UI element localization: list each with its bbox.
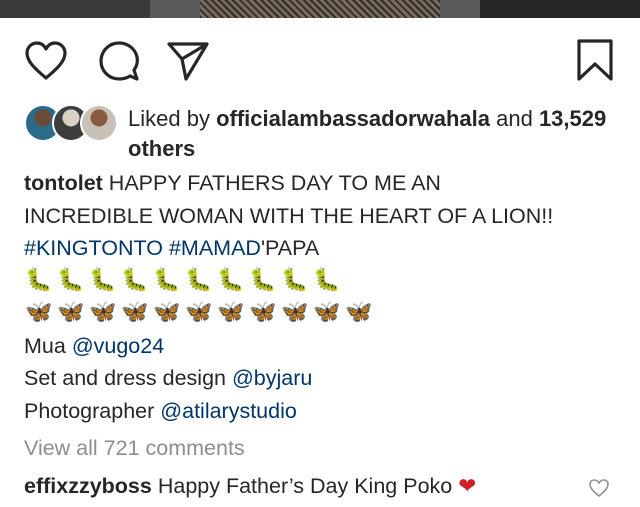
caption-text: 'PAPA xyxy=(260,236,320,260)
butterfly-emoji: 🦋 xyxy=(217,300,245,325)
post-photo[interactable] xyxy=(0,0,640,18)
butterfly-emoji: 🦋 xyxy=(121,300,149,325)
credit-label: Photographer xyxy=(24,398,155,423)
butterfly-emoji: 🦋 xyxy=(25,300,53,325)
caterpillar-emoji: 🐛 xyxy=(185,267,213,293)
hashtag-link[interactable]: #MAMAD xyxy=(169,236,261,260)
mention-link[interactable]: @byjaru xyxy=(232,366,312,390)
caterpillar-emoji-row: 🐛 🐛 🐛 🐛 🐛 🐛 🐛 🐛 🐛 🐛 xyxy=(24,265,624,298)
liker-avatars[interactable] xyxy=(24,104,118,142)
likes-text[interactable]: Liked by officialambassadorwahala and 13… xyxy=(128,104,618,164)
comment-text: Happy Father’s Day King Poko xyxy=(157,474,453,498)
comment-icon[interactable] xyxy=(98,40,140,82)
butterfly-emoji: 🦋 xyxy=(281,300,309,325)
butterfly-emoji: 🦋 xyxy=(185,300,213,325)
caption-username[interactable]: tontolet xyxy=(24,171,103,195)
liked-by-label: Liked by xyxy=(128,106,210,131)
avatar xyxy=(80,104,118,142)
caterpillar-emoji: 🐛 xyxy=(89,267,117,293)
butterfly-emoji: 🦋 xyxy=(313,300,341,325)
comment-username[interactable]: effixzzyboss xyxy=(24,474,152,498)
butterfly-emoji: 🦋 xyxy=(249,300,277,325)
caterpillar-emoji: 🐛 xyxy=(249,267,277,293)
credit-label: Mua xyxy=(24,333,66,358)
photo-region xyxy=(200,0,440,18)
mention-link[interactable]: @vugo24 xyxy=(72,334,164,358)
caption-text: HAPPY FATHERS DAY TO ME AN xyxy=(108,171,441,195)
post-caption: tontolet HAPPY FATHERS DAY TO ME AN INCR… xyxy=(24,167,624,427)
comment-like-heart-icon[interactable] xyxy=(588,478,610,498)
caterpillar-emoji: 🐛 xyxy=(57,267,85,293)
bookmark-icon[interactable] xyxy=(576,38,614,82)
red-heart-emoji: ❤ xyxy=(458,474,477,499)
post-actions xyxy=(0,36,640,86)
caterpillar-emoji: 🐛 xyxy=(121,267,149,293)
caption-text: INCREDIBLE WOMAN WITH THE HEART OF A LIO… xyxy=(24,203,554,228)
comment-item: effixzzyboss Happy Father’s Day King Pok… xyxy=(24,474,584,499)
butterfly-emoji: 🦋 xyxy=(89,300,117,325)
photo-region xyxy=(480,0,640,18)
butterfly-emoji-row: 🦋 🦋 🦋 🦋 🦋 🦋 🦋 🦋 🦋 🦋 🦋 xyxy=(24,297,624,330)
butterfly-emoji: 🦋 xyxy=(153,300,181,325)
caterpillar-emoji: 🐛 xyxy=(281,267,309,293)
caterpillar-emoji: 🐛 xyxy=(153,267,181,293)
butterfly-emoji: 🦋 xyxy=(57,300,85,325)
photo-region xyxy=(0,0,150,18)
view-all-comments-link[interactable]: View all 721 comments xyxy=(24,436,245,461)
share-icon[interactable] xyxy=(166,40,210,82)
butterfly-emoji: 🦋 xyxy=(345,300,373,325)
credit-label: Set and dress design xyxy=(24,366,226,390)
and-label: and xyxy=(496,106,533,131)
caterpillar-emoji: 🐛 xyxy=(25,267,53,293)
caterpillar-emoji: 🐛 xyxy=(313,267,341,293)
caterpillar-emoji: 🐛 xyxy=(217,267,245,293)
mention-link[interactable]: @atilarystudio xyxy=(160,399,297,423)
liker-username[interactable]: officialambassadorwahala xyxy=(216,106,490,131)
hashtag-link[interactable]: #KINGTONTO xyxy=(24,236,163,260)
heart-icon[interactable] xyxy=(24,40,68,82)
